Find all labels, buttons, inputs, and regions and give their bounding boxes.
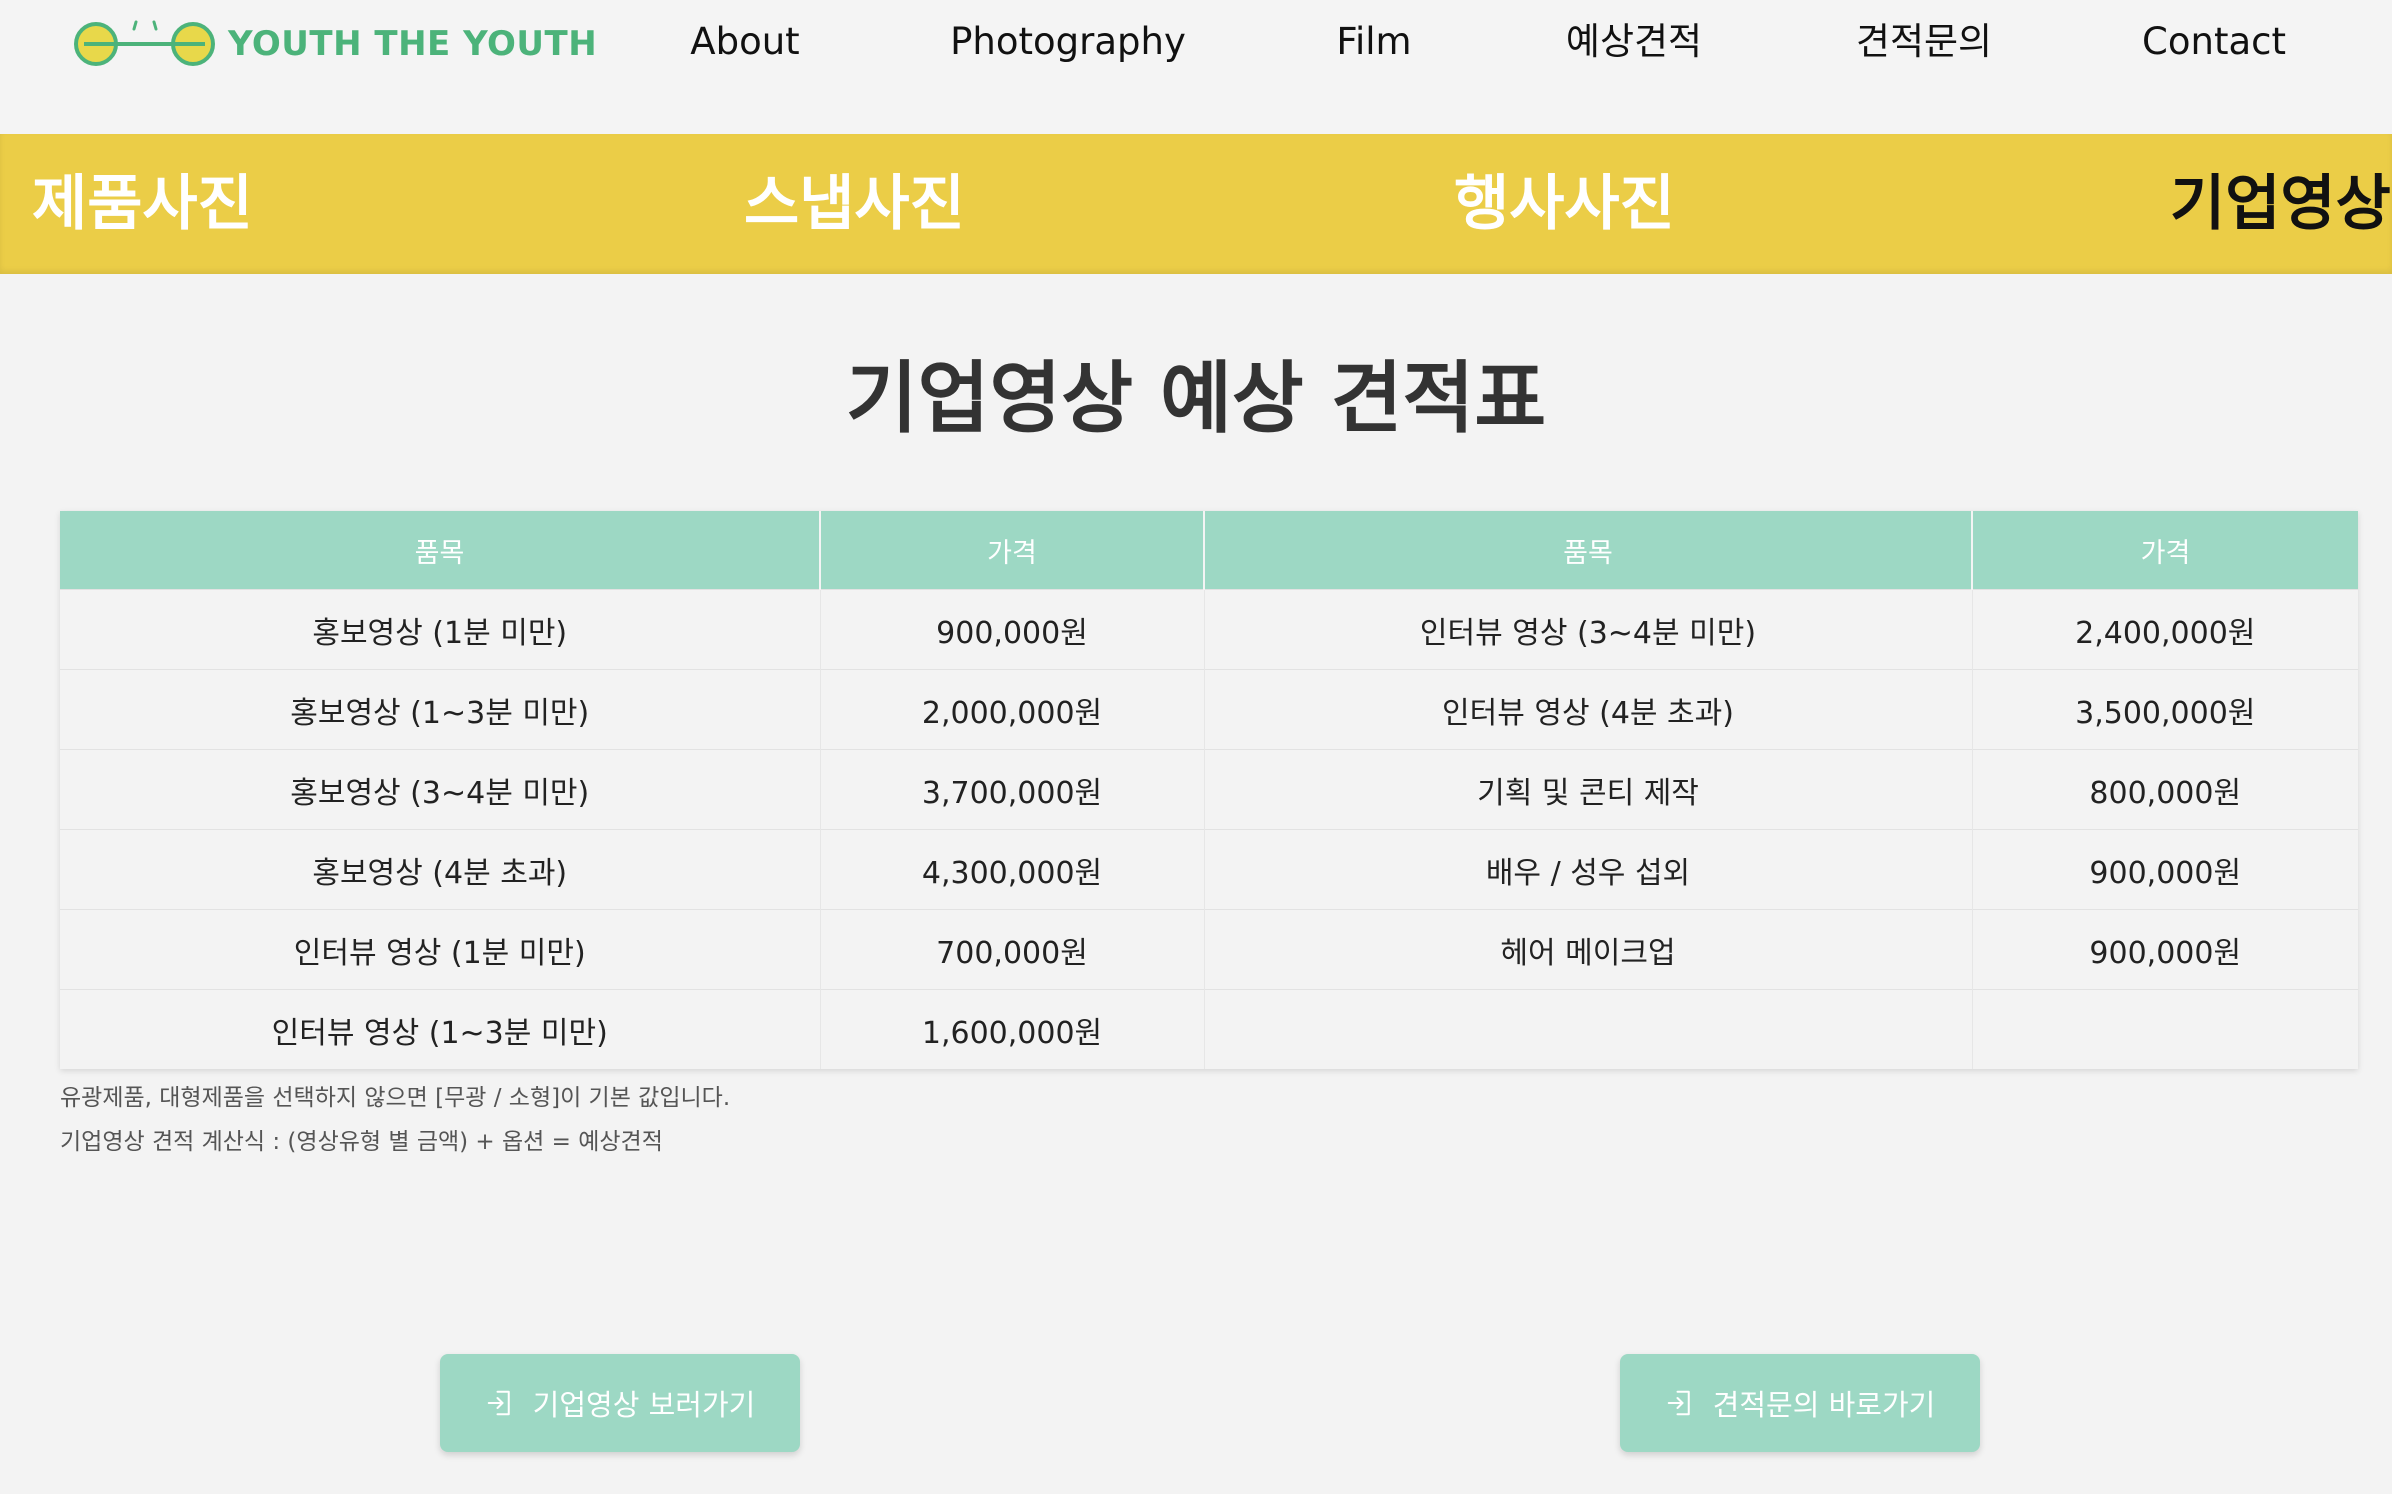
header-price: 가격: [819, 511, 1204, 590]
table-header-row: 품목 가격 품목 가격: [60, 511, 2358, 590]
category-bar: 제품사진 스냅사진 행사사진 기업영상: [0, 134, 2392, 274]
site-header: YOUTH THE YOUTH About Photography Film 예…: [0, 0, 2392, 134]
table-row: 홍보영상 (4분 초과) 4,300,000원 배우 / 성우 섭외 900,0…: [60, 829, 2358, 910]
table-row: 인터뷰 영상 (1~3분 미만) 1,600,000원: [60, 989, 2358, 1069]
table-cell: 700,000원: [819, 909, 1204, 990]
nav-inquiry[interactable]: 견적문의: [1856, 16, 1992, 68]
table-cell: 인터뷰 영상 (3~4분 미만): [1203, 589, 1972, 670]
category-event-photo[interactable]: 행사사진: [1454, 162, 1675, 246]
nav-about[interactable]: About: [690, 16, 799, 68]
note-default-option: 유광제품, 대형제품을 선택하지 않으면 [무광 / 소형]이 기본 값입니다.: [60, 1085, 731, 1111]
brand-name: YOUTH THE YOUTH: [228, 24, 598, 64]
notes: 유광제품, 대형제품을 선택하지 않으면 [무광 / 소형]이 기본 값입니다.…: [60, 1076, 730, 1164]
nav-contact[interactable]: Contact: [2142, 16, 2286, 68]
table-cell: 인터뷰 영상 (1~3분 미만): [60, 989, 820, 1069]
header-item: 품목: [60, 511, 820, 590]
table-cell: 홍보영상 (1~3분 미만): [60, 669, 820, 750]
view-corporate-video-button[interactable]: 기업영상 보러가기: [440, 1354, 800, 1452]
note-formula: 기업영상 견적 계산식 : (영상유형 별 금액) + 옵션 = 예상견적: [60, 1129, 663, 1155]
table-row: 인터뷰 영상 (1분 미만) 700,000원 헤어 메이크업 900,000원: [60, 909, 2358, 990]
logo-icon: [74, 20, 215, 66]
table-cell: 헤어 메이크업: [1203, 909, 1972, 990]
login-arrow-icon: [485, 1388, 515, 1418]
table-cell: 2,400,000원: [1971, 589, 2358, 670]
nav-estimate[interactable]: 예상견적: [1566, 16, 1702, 68]
table-cell: 기획 및 콘티 제작: [1203, 749, 1972, 830]
nav-film[interactable]: Film: [1336, 16, 1411, 68]
price-table: 품목 가격 품목 가격 홍보영상 (1분 미만) 900,000원 인터뷰 영상…: [60, 511, 2358, 1069]
table-cell: 3,700,000원: [819, 749, 1204, 830]
table-cell: 홍보영상 (1분 미만): [60, 589, 820, 670]
table-cell: 4,300,000원: [819, 829, 1204, 910]
header-item: 품목: [1203, 511, 1972, 590]
table-cell: 인터뷰 영상 (1분 미만): [60, 909, 820, 990]
table-cell: 900,000원: [819, 589, 1204, 670]
table-cell: [1203, 989, 1972, 1069]
table-cell: 인터뷰 영상 (4분 초과): [1203, 669, 1972, 750]
table-cell: 홍보영상 (4분 초과): [60, 829, 820, 910]
go-to-inquiry-label: 견적문의 바로가기: [1712, 1388, 1936, 1422]
header-price: 가격: [1971, 511, 2358, 590]
table-cell: 800,000원: [1971, 749, 2358, 830]
site-logo[interactable]: YOUTH THE YOUTH: [74, 16, 597, 72]
go-to-inquiry-button[interactable]: 견적문의 바로가기: [1620, 1354, 1980, 1452]
table-cell: 900,000원: [1971, 909, 2358, 990]
nav-photography[interactable]: Photography: [950, 16, 1186, 68]
category-snap-photo[interactable]: 스냅사진: [744, 162, 965, 246]
table-row: 홍보영상 (1분 미만) 900,000원 인터뷰 영상 (3~4분 미만) 2…: [60, 589, 2358, 670]
category-corporate-video[interactable]: 기업영상: [2170, 162, 2391, 246]
table-row: 홍보영상 (1~3분 미만) 2,000,000원 인터뷰 영상 (4분 초과)…: [60, 669, 2358, 750]
view-corporate-video-label: 기업영상 보러가기: [532, 1388, 756, 1422]
page-title: 기업영상 예상 견적표: [845, 354, 1547, 444]
table-cell: 900,000원: [1971, 829, 2358, 910]
table-cell: 1,600,000원: [819, 989, 1204, 1069]
table-cell: 3,500,000원: [1971, 669, 2358, 750]
table-cell: [1971, 989, 2358, 1069]
table-cell: 홍보영상 (3~4분 미만): [60, 749, 820, 830]
table-row: 홍보영상 (3~4분 미만) 3,700,000원 기획 및 콘티 제작 800…: [60, 749, 2358, 830]
login-arrow-icon: [1665, 1388, 1695, 1418]
category-product-photo[interactable]: 제품사진: [32, 162, 253, 246]
table-cell: 2,000,000원: [819, 669, 1204, 750]
table-cell: 배우 / 성우 섭외: [1203, 829, 1972, 910]
